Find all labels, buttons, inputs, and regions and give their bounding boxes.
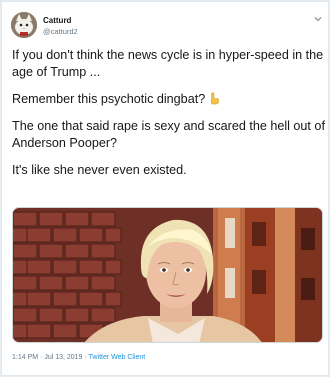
tweet-client-link[interactable]: Twitter Web Client bbox=[89, 354, 146, 361]
avatar[interactable] bbox=[11, 12, 37, 38]
chevron-down-icon[interactable] bbox=[313, 14, 323, 24]
tweet-text: If you don't think the news cycle is in … bbox=[12, 47, 326, 189]
user-handle[interactable]: @catturd2 bbox=[43, 27, 78, 36]
pointing-down-hand-icon bbox=[211, 92, 220, 105]
tweet-card: Catturd @catturd2 If you don't think the… bbox=[1, 1, 329, 376]
display-name[interactable]: Catturd bbox=[43, 16, 71, 25]
tweet-paragraph: The one that said rape is sexy and scare… bbox=[12, 119, 325, 150]
tweet-media[interactable] bbox=[12, 207, 323, 343]
tweet-metadata: 1:14 PM · Jul 13, 2019 · Twitter Web Cli… bbox=[12, 354, 145, 361]
tweet-paragraph-text: Remember this psychotic dingbat? bbox=[12, 92, 206, 106]
cat-avatar-icon bbox=[11, 12, 37, 38]
tweet-paragraph: Remember this psychotic dingbat? bbox=[12, 91, 326, 108]
tweet-time[interactable]: 1:14 PM bbox=[12, 354, 38, 361]
tweet-date[interactable]: Jul 13, 2019 bbox=[44, 354, 82, 361]
tweet-paragraph: It's like she never even existed. bbox=[12, 163, 187, 177]
news-clip-photo-icon bbox=[13, 208, 322, 342]
tweet-paragraph: If you don't think the news cycle is in … bbox=[12, 48, 324, 79]
